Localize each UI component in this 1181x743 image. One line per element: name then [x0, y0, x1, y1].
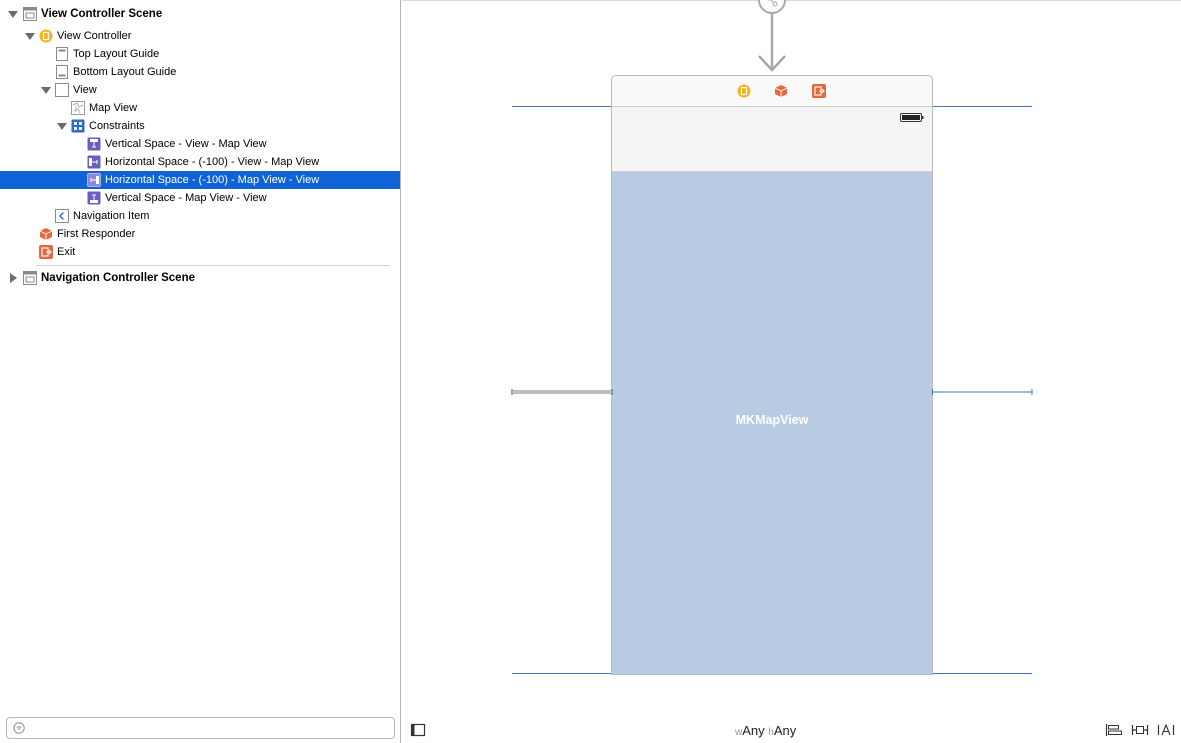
outline-row-constraint[interactable]: Vertical Space - View - Map View [0, 135, 400, 153]
resolve-icon[interactable] [1157, 723, 1175, 737]
exit-icon[interactable] [812, 84, 826, 98]
outline-row-top-layout-guide[interactable]: Top Layout Guide [0, 45, 400, 63]
outline-row-view[interactable]: View [0, 81, 400, 99]
first-responder-icon [39, 228, 53, 240]
size-class-h-value: Any [773, 723, 797, 738]
outline-row-label: Vertical Space - View - Map View [105, 138, 267, 150]
outline-row-label: Horizontal Space - (-100) - Map View - V… [105, 174, 320, 186]
view-controller-icon[interactable] [737, 84, 751, 98]
disclosure-triangle-icon[interactable] [57, 121, 67, 131]
outline-row-map-view[interactable]: Map View [0, 99, 400, 117]
horizontal-constraint-icon [87, 173, 101, 187]
scene-separator [36, 265, 390, 266]
outline-row-exit[interactable]: Exit [0, 243, 400, 261]
vertical-constraint-icon [87, 137, 101, 151]
size-class-w-value: Any [742, 723, 765, 738]
vertical-constraint-icon [87, 191, 101, 205]
horizontal-constraint[interactable] [932, 387, 1033, 397]
map-view[interactable]: MKMapView [612, 172, 932, 674]
outline-filter-field[interactable] [6, 717, 395, 739]
pin-icon[interactable] [1131, 723, 1149, 737]
disclosure-triangle-icon[interactable] [8, 9, 18, 19]
storyboard-canvas[interactable]: MKMapView wAny hAny [402, 0, 1181, 743]
horizontal-constraint-icon [87, 155, 101, 169]
scene-dock [612, 76, 932, 107]
exit-icon [39, 245, 53, 259]
scene-icon [23, 271, 37, 285]
disclosure-triangle-icon[interactable] [8, 273, 18, 283]
outline-row-label: View Controller Scene [41, 8, 163, 20]
outline-row-constraint-selected[interactable]: Horizontal Space - (-100) - Map View - V… [0, 171, 400, 189]
view-icon [55, 83, 69, 97]
document-outline: View Controller Scene View Controller To… [0, 0, 401, 743]
outline-row-label: Vertical Space - Map View - View [105, 192, 267, 204]
size-class-control[interactable]: wAny hAny [735, 723, 796, 738]
outline-row-label: View Controller [57, 30, 132, 42]
constraints-icon [71, 119, 85, 133]
outline-row-label: Navigation Controller Scene [41, 272, 196, 284]
document-outline-toggle-icon[interactable] [410, 723, 426, 737]
outline-row-first-responder[interactable]: First Responder [0, 225, 400, 243]
layout-guide-icon [56, 65, 68, 79]
outline-row-label: View [73, 84, 97, 96]
outline-row-label: First Responder [57, 228, 136, 240]
first-responder-icon[interactable] [774, 84, 788, 98]
outline-row-constraints[interactable]: Constraints [0, 117, 400, 135]
outline-row-label: Constraints [89, 120, 145, 132]
map-view-label: MKMapView [735, 413, 809, 427]
outline-row-label: Navigation Item [73, 210, 150, 222]
disclosure-triangle-icon[interactable] [41, 85, 51, 95]
outline-row-view-controller-scene[interactable]: View Controller Scene [0, 3, 400, 25]
outline-row-navigation-item[interactable]: Navigation Item [0, 207, 400, 225]
disclosure-triangle-icon[interactable] [25, 31, 35, 41]
scene-icon [23, 7, 37, 21]
outline-row-navigation-controller-scene[interactable]: Navigation Controller Scene [0, 267, 400, 289]
outline-row-constraint[interactable]: Horizontal Space - (-100) - View - Map V… [0, 153, 400, 171]
align-icon[interactable] [1105, 723, 1123, 737]
navigation-item-icon [55, 209, 69, 223]
filter-icon [13, 722, 25, 734]
outline-row-label: Bottom Layout Guide [73, 66, 177, 78]
outline-row-bottom-layout-guide[interactable]: Bottom Layout Guide [0, 63, 400, 81]
outline-row-label: Exit [57, 246, 76, 258]
outline-row-constraint[interactable]: Vertical Space - Map View - View [0, 189, 400, 207]
selected-horizontal-constraint[interactable] [511, 387, 613, 397]
battery-icon [900, 113, 924, 122]
navigation-bar[interactable] [612, 107, 932, 172]
layout-guide-icon [56, 47, 68, 61]
outline-row-view-controller[interactable]: View Controller [0, 27, 400, 45]
view-controller-icon [39, 29, 53, 43]
outline-row-label: Horizontal Space - (-100) - View - Map V… [105, 156, 320, 168]
map-view-icon [71, 101, 85, 115]
segue-arrow-icon[interactable] [756, 0, 788, 73]
outline-row-label: Top Layout Guide [73, 48, 160, 60]
view-controller-frame[interactable]: MKMapView [611, 75, 933, 675]
outline-row-label: Map View [89, 102, 138, 114]
